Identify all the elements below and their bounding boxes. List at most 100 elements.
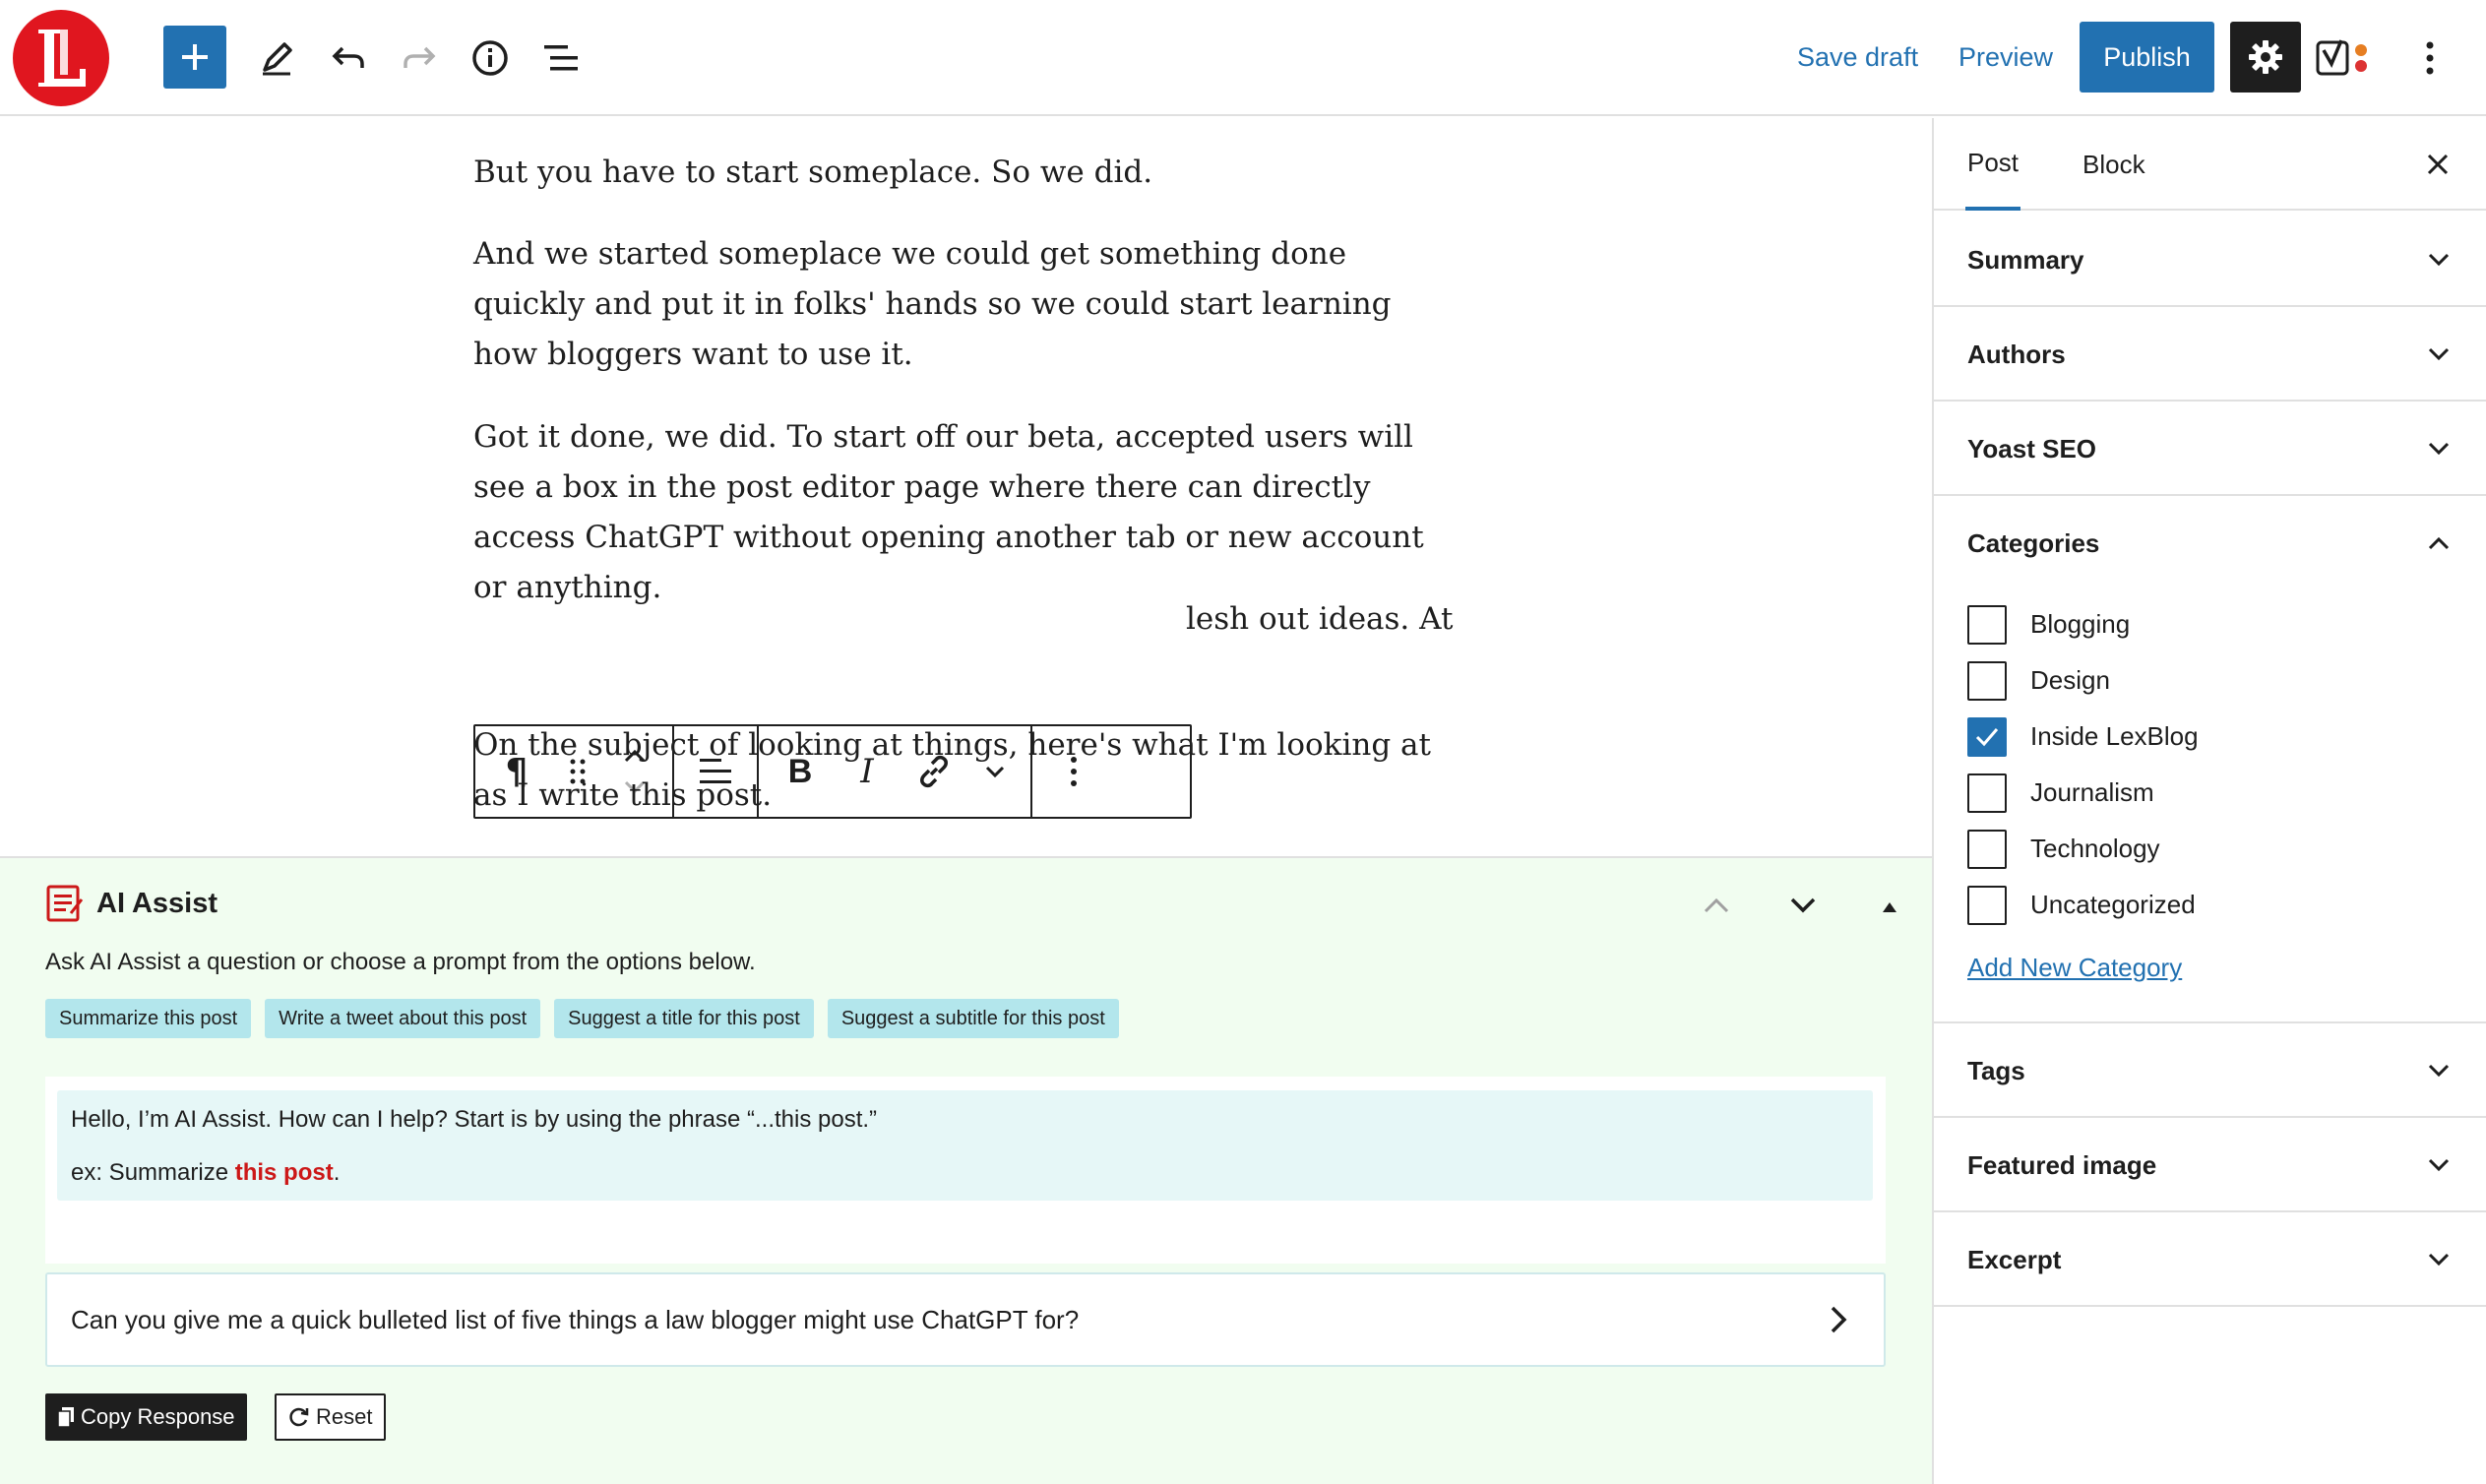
copy-response-button[interactable]: Copy Response	[45, 1393, 247, 1441]
message-greeting: Hello, I’m AI Assist. How can I help? St…	[71, 1106, 878, 1133]
chevron-down-icon	[2421, 242, 2456, 278]
settings-sidebar: Post Block Summary Authors Yoast SEO Cat…	[1932, 118, 2486, 1484]
tab-block[interactable]: Block	[2081, 118, 2147, 211]
panel-move-up-button[interactable]	[1695, 884, 1738, 927]
paragraph-block[interactable]: Got it done, we did. To start off our be…	[473, 412, 1458, 613]
prompt-input-value: Can you give me a quick bulleted list of…	[71, 1304, 1080, 1334]
gear-icon	[2249, 40, 2282, 74]
category-checkbox[interactable]	[1967, 604, 2007, 645]
refresh-icon	[289, 1407, 309, 1427]
category-label: Journalism	[2030, 777, 2154, 807]
panel-yoast-seo[interactable]: Yoast SEO	[1934, 402, 2486, 496]
yoast-button[interactable]	[2313, 26, 2378, 91]
settings-button[interactable]	[2230, 22, 2301, 93]
top-toolbar: Save draft Preview Publish	[0, 0, 2486, 116]
list-view-button[interactable]	[528, 26, 593, 91]
category-checkbox[interactable]	[1967, 660, 2007, 701]
reset-button[interactable]: Reset	[275, 1393, 387, 1441]
copy-icon	[57, 1407, 74, 1428]
category-item[interactable]: Blogging	[1967, 596, 2199, 652]
panel-yoast-title: Yoast SEO	[1967, 433, 2097, 464]
category-label: Blogging	[2030, 609, 2131, 639]
panel-authors-title: Authors	[1967, 339, 2066, 369]
redo-button[interactable]	[387, 26, 452, 91]
chip-subtitle[interactable]: Suggest a subtitle for this post	[827, 999, 1119, 1038]
panel-featured-image-title: Featured image	[1967, 1149, 2157, 1180]
chevron-down-icon	[2421, 1147, 2456, 1183]
panel-tags[interactable]: Tags	[1934, 1023, 2486, 1118]
site-logo[interactable]	[13, 10, 109, 106]
panel-authors[interactable]: Authors	[1934, 307, 2486, 402]
category-label: Design	[2030, 665, 2110, 695]
plus-icon	[182, 44, 208, 70]
triangle-up-icon	[1883, 902, 1896, 912]
chevron-down-icon	[2421, 1053, 2456, 1088]
chevron-down-icon	[2421, 337, 2456, 372]
chip-summarize[interactable]: Summarize this post	[45, 999, 252, 1038]
reset-label: Reset	[316, 1404, 373, 1429]
close-sidebar-button[interactable]	[2415, 142, 2460, 187]
chevron-up-icon	[1704, 897, 1729, 913]
category-checkbox[interactable]	[1967, 829, 2007, 869]
category-item[interactable]: Uncategorized	[1967, 877, 2199, 933]
chip-title[interactable]: Suggest a title for this post	[554, 999, 814, 1038]
category-item[interactable]: Technology	[1967, 821, 2199, 877]
preview-button[interactable]: Preview	[1958, 30, 2053, 85]
ai-assist-panel: AI Assist Ask AI Assist a question or ch…	[0, 856, 1932, 1484]
panel-toggle-button[interactable]	[1870, 888, 1909, 927]
ai-assist-icon	[46, 885, 84, 922]
category-checkbox-checked[interactable]	[1967, 716, 2007, 757]
yoast-icon	[2316, 39, 2367, 76]
publish-button[interactable]: Publish	[2080, 22, 2214, 93]
redo-icon	[404, 46, 436, 68]
category-checkbox[interactable]	[1967, 885, 2007, 925]
message-example-highlight: this post	[234, 1159, 334, 1186]
category-item[interactable]: Inside LexBlog	[1967, 709, 2199, 765]
lexblog-logo-icon	[38, 30, 86, 87]
save-draft-button[interactable]: Save draft	[1797, 30, 1918, 85]
paragraph-block[interactable]: On the subject of looking at things, her…	[473, 720, 1458, 821]
panel-tags-title: Tags	[1967, 1055, 2025, 1085]
panel-summary[interactable]: Summary	[1934, 213, 2486, 307]
category-label: Inside LexBlog	[2030, 721, 2199, 751]
prompt-chips: Summarize this post Write a tweet about …	[45, 999, 1119, 1038]
category-item[interactable]: Design	[1967, 652, 2199, 709]
editor-canvas: But you have to start someplace. So we d…	[0, 118, 1932, 856]
panel-categories-title[interactable]: Categories	[1967, 496, 2099, 590]
sidebar-tabs: Post Block	[1934, 118, 2486, 211]
info-icon	[472, 40, 508, 76]
checkmark-icon	[1975, 727, 1999, 746]
paragraph-block[interactable]: But you have to start someplace. So we d…	[473, 148, 1458, 198]
prompt-input[interactable]: Can you give me a quick bulleted list of…	[45, 1272, 1886, 1367]
copy-response-label: Copy Response	[81, 1404, 235, 1429]
category-label: Technology	[2030, 834, 2160, 863]
ai-assist-subtitle: Ask AI Assist a question or choose a pro…	[45, 949, 756, 975]
tab-post[interactable]: Post	[1965, 118, 2021, 211]
chip-tweet[interactable]: Write a tweet about this post	[265, 999, 541, 1038]
panel-move-down-button[interactable]	[1781, 884, 1825, 927]
message-example-prefix: ex: Summarize	[71, 1159, 235, 1186]
chevron-down-icon	[2421, 1242, 2456, 1277]
panel-excerpt-title: Excerpt	[1967, 1244, 2062, 1274]
paragraph-block-partial[interactable]: lesh out ideas. At	[1186, 594, 1481, 645]
pencil-icon	[263, 42, 292, 76]
details-button[interactable]	[458, 26, 523, 91]
paragraph-block[interactable]: And we started someplace we could get so…	[473, 229, 1458, 380]
submit-prompt-button[interactable]	[1811, 1292, 1866, 1347]
tools-button[interactable]	[244, 26, 309, 91]
category-label: Uncategorized	[2030, 890, 2196, 919]
category-item[interactable]: Journalism	[1967, 765, 2199, 821]
undo-icon	[332, 46, 364, 68]
add-new-category-link[interactable]: Add New Category	[1967, 953, 2182, 983]
panel-excerpt[interactable]: Excerpt	[1934, 1212, 2486, 1307]
panel-featured-image[interactable]: Featured image	[1934, 1118, 2486, 1212]
undo-button[interactable]	[316, 26, 381, 91]
chevron-right-icon	[1831, 1306, 1847, 1333]
category-checkbox[interactable]	[1967, 773, 2007, 813]
chevron-down-icon	[1790, 897, 1816, 913]
chevron-up-icon[interactable]	[2421, 526, 2456, 561]
add-block-button[interactable]	[163, 26, 226, 89]
ai-assist-title: AI Assist	[96, 888, 218, 919]
tab-post-label: Post	[1967, 147, 2020, 177]
options-button[interactable]	[2397, 26, 2462, 91]
